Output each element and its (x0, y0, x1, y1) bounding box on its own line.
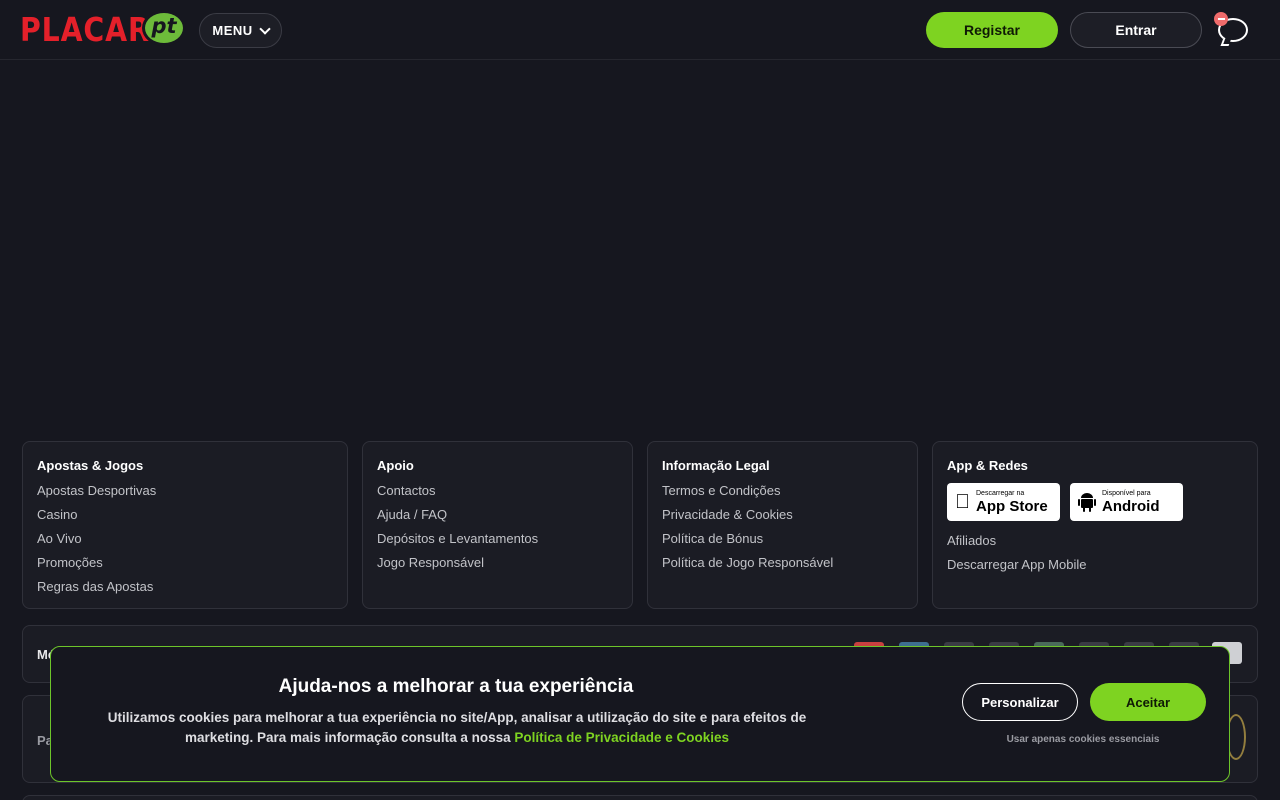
notification-badge (1214, 12, 1228, 26)
chat-button[interactable] (1214, 12, 1254, 48)
chevron-down-icon (258, 22, 271, 35)
menu-button[interactable]: MENU (199, 13, 282, 48)
store-badges:  Descarregar na App Store Disponível pa… (947, 483, 1243, 521)
logo-badge: pt (142, 10, 186, 46)
footer-link-betting-rules[interactable]: Regras das Apostas (37, 579, 333, 603)
footer-bottom-strip (22, 795, 1258, 800)
cookie-privacy-link[interactable]: Política de Privacidade e Cookies (514, 730, 729, 745)
footer-link-live[interactable]: Ao Vivo (37, 531, 333, 555)
app-store-big: App Store (961, 498, 1048, 515)
footer-link-sports-betting[interactable]: Apostas Desportivas (37, 483, 333, 507)
footer-link-casino[interactable]: Casino (37, 507, 333, 531)
cookie-banner: Ajuda-nos a melhorar a tua experiência U… (50, 646, 1230, 782)
logo[interactable]: PLACARD pt (20, 8, 200, 50)
footer-link-privacy[interactable]: Privacidade & Cookies (662, 507, 903, 531)
accept-button[interactable]: Aceitar (1090, 683, 1206, 721)
logo-badge-text: pt (151, 14, 177, 38)
footer-column-title: Apoio (377, 458, 414, 473)
app-store-small: Descarregar na (961, 490, 1024, 497)
footer-column-title: App & Redes (947, 458, 1028, 473)
header: PLACARD pt MENU Registar Entrar (0, 0, 1280, 60)
footer-link-responsible-policy[interactable]: Política de Jogo Responsável (662, 555, 903, 579)
footer-link-bonus-policy[interactable]: Política de Bónus (662, 531, 903, 555)
cookie-title: Ajuda-nos a melhorar a tua experiência (278, 676, 634, 697)
footer-link-deposits[interactable]: Depósitos e Levantamentos (377, 531, 618, 555)
footer-link-responsible-gaming[interactable]: Jogo Responsável (377, 555, 618, 579)
footer-column-title: Informação Legal (662, 458, 770, 473)
footer-link-contacts[interactable]: Contactos (377, 483, 618, 507)
login-button[interactable]: Entrar (1070, 12, 1202, 48)
register-button[interactable]: Registar (926, 12, 1058, 48)
footer-column-title: Apostas & Jogos (37, 458, 144, 473)
cookie-text: Utilizamos cookies para melhorar a tua e… (107, 708, 807, 748)
footer-column-support: Apoio Contactos Ajuda / FAQ Depósitos e … (362, 441, 633, 609)
chat-icon-tail (1220, 38, 1232, 46)
footer-link-promotions[interactable]: Promoções (37, 555, 333, 579)
menu-label: MENU (212, 23, 253, 38)
essential-cookies-link[interactable]: Usar apenas cookies essenciais (971, 734, 1195, 745)
footer-column-app: App & Redes  Descarregar na App Store D… (932, 441, 1258, 609)
footer-link-download-app[interactable]: Descarregar App Mobile (947, 557, 1243, 581)
footer-column-bets: Apostas & Jogos Apostas Desportivas Casi… (22, 441, 348, 609)
footer-link-terms[interactable]: Termos e Condições (662, 483, 903, 507)
customize-button[interactable]: Personalizar (962, 683, 1078, 721)
app-store-button[interactable]:  Descarregar na App Store (947, 483, 1060, 521)
apple-icon:  (955, 492, 970, 512)
android-big: Android (1102, 498, 1160, 515)
footer-column-legal: Informação Legal Termos e Condições Priv… (647, 441, 918, 609)
android-small: Disponível para (1102, 490, 1151, 497)
footer-link-help-faq[interactable]: Ajuda / FAQ (377, 507, 618, 531)
android-button[interactable]: Disponível para Android (1070, 483, 1183, 521)
footer-link-affiliates[interactable]: Afiliados (947, 533, 1243, 557)
android-icon (1078, 493, 1096, 512)
